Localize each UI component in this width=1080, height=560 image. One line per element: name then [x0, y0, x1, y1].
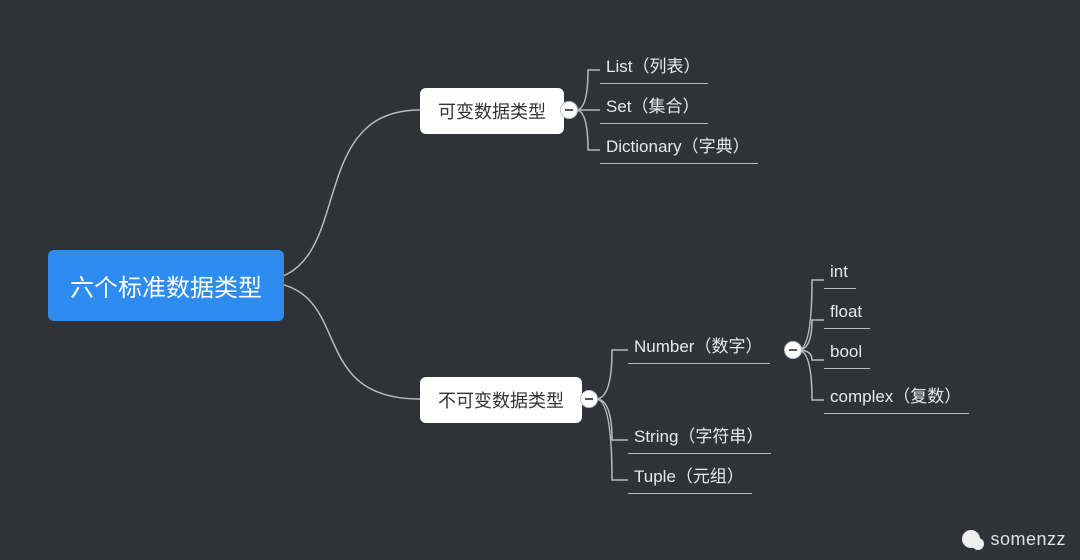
root-node[interactable]: 六个标准数据类型 [48, 250, 284, 321]
branch-immutable-label: 不可变数据类型 [438, 391, 564, 411]
leaf-bool[interactable]: bool [824, 338, 870, 369]
leaf-int-label: int [830, 262, 848, 281]
watermark-text: somenzz [990, 529, 1066, 550]
leaf-complex-label: complex（复数） [830, 387, 961, 406]
branch-mutable-label: 可变数据类型 [438, 102, 546, 122]
branch-mutable[interactable]: 可变数据类型 [420, 88, 564, 134]
leaf-set-label: Set（集合） [606, 97, 700, 116]
collapse-toggle-immutable[interactable] [580, 390, 598, 408]
leaf-int[interactable]: int [824, 258, 856, 289]
leaf-bool-label: bool [830, 342, 862, 361]
leaf-string[interactable]: String（字符串） [628, 418, 771, 454]
root-label: 六个标准数据类型 [70, 275, 262, 302]
watermark: somenzz [962, 528, 1066, 550]
leaf-dictionary[interactable]: Dictionary（字典） [600, 128, 758, 164]
leaf-list[interactable]: List（列表） [600, 48, 708, 84]
leaf-number[interactable]: Number（数字） [628, 328, 770, 364]
branch-immutable[interactable]: 不可变数据类型 [420, 377, 582, 423]
leaf-tuple-label: Tuple（元组） [634, 467, 744, 486]
leaf-list-label: List（列表） [606, 57, 700, 76]
leaf-set[interactable]: Set（集合） [600, 88, 708, 124]
leaf-dictionary-label: Dictionary（字典） [606, 137, 750, 156]
wechat-icon-small [972, 538, 984, 550]
leaf-tuple[interactable]: Tuple（元组） [628, 458, 752, 494]
leaf-string-label: String（字符串） [634, 427, 763, 446]
leaf-float[interactable]: float [824, 298, 870, 329]
collapse-toggle-number[interactable] [784, 341, 802, 359]
leaf-float-label: float [830, 302, 862, 321]
leaf-number-label: Number（数字） [634, 337, 762, 356]
leaf-complex[interactable]: complex（复数） [824, 378, 969, 414]
collapse-toggle-mutable[interactable] [560, 101, 578, 119]
